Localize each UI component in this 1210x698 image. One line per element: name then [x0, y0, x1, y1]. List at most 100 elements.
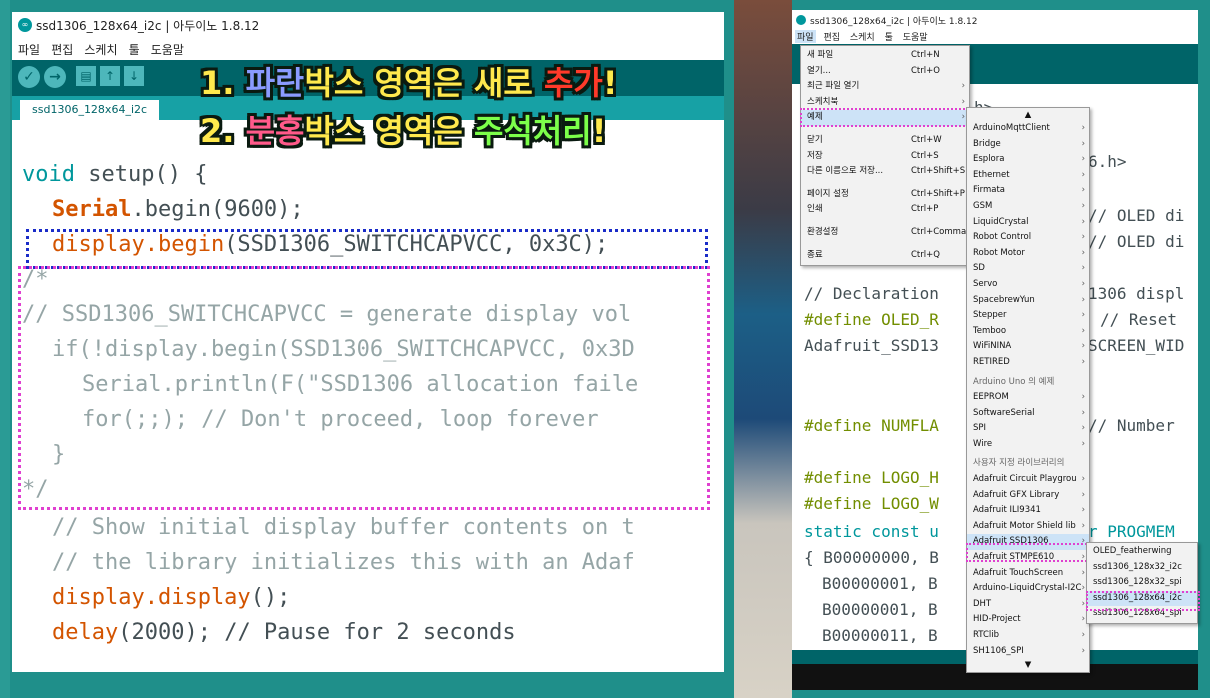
chevron-right-icon: ›: [1081, 567, 1085, 578]
examples-item[interactable]: Robot Control ›: [967, 230, 1089, 246]
examples-board-item[interactable]: SPI ›: [967, 421, 1089, 437]
code-fragment: // OLED di: [1088, 206, 1185, 225]
window-title: ssd1306_128x64_i2c | 아두이노 1.8.12: [810, 17, 978, 27]
instruction-line-1: 1. 파란박스 영역은 새로 추가!: [200, 64, 618, 102]
code-fragment: // Declaration: [804, 284, 939, 303]
menu-help[interactable]: 도움말: [151, 41, 184, 58]
examples-item-label: WiFiNINA: [973, 341, 1012, 352]
examples-item[interactable]: Esplora ›: [967, 152, 1089, 168]
examples-board-item[interactable]: SoftwareSerial ›: [967, 406, 1089, 422]
file-menu-save[interactable]: 저장 Ctrl+S: [801, 149, 969, 165]
examples-item[interactable]: WiFiNINA ›: [967, 339, 1089, 355]
file-menu-preferences[interactable]: 환경설정 Ctrl+Comma: [801, 225, 969, 241]
tab-sketch[interactable]: ssd1306_128x64_i2c: [20, 100, 160, 120]
examples-board-item-label: SoftwareSerial: [973, 407, 1035, 418]
chevron-right-icon: ›: [1081, 407, 1085, 418]
examples-item[interactable]: Temboo ›: [967, 324, 1089, 340]
file-menu-save-as[interactable]: 다른 이름으로 저장... Ctrl+Shift+S: [801, 164, 969, 180]
examples-item-label: Servo: [973, 278, 998, 289]
ssd1306-example-item[interactable]: ssd1306_128x32_spi: [1087, 575, 1197, 591]
examples-item[interactable]: SpacebrewYun ›: [967, 293, 1089, 309]
examples-item[interactable]: Firmata ›: [967, 183, 1089, 199]
examples-user-item-label: SH1106_SPI: [973, 645, 1024, 656]
file-menu-new[interactable]: 새 파일 Ctrl+N: [801, 48, 969, 64]
examples-item[interactable]: Robot Motor ›: [967, 246, 1089, 262]
file-menu-open[interactable]: 열기... Ctrl+O: [801, 64, 969, 80]
examples-user-item[interactable]: SH1106_SPI ›: [967, 644, 1089, 660]
code-fragment: // Reset: [1100, 310, 1178, 329]
examples-user-item[interactable]: HID-Project ›: [967, 612, 1089, 628]
window-title: ssd1306_128x64_i2c | 아두이노 1.8.12: [36, 19, 260, 33]
examples-user-item-label: HID-Project: [973, 614, 1021, 625]
menu-help[interactable]: 도움말: [901, 30, 930, 43]
commented-code-highlight-box: [18, 266, 710, 510]
examples-user-item-label: Arduino-LiquidCrystal-I2C: [973, 583, 1082, 594]
examples-item-label: GSM: [973, 200, 993, 211]
chevron-right-icon: ›: [1081, 598, 1085, 609]
examples-user-item[interactable]: Adafruit Circuit Playgrou ›: [967, 472, 1089, 488]
scroll-down-icon[interactable]: ▼: [967, 659, 1089, 671]
examples-board-item[interactable]: Wire ›: [967, 437, 1089, 453]
menu-sketch[interactable]: 스케치: [848, 30, 877, 43]
examples-user-item[interactable]: Adafruit GFX Library ›: [967, 488, 1089, 504]
examples-user-item[interactable]: DHT ›: [967, 597, 1089, 613]
examples-user-item[interactable]: Adafruit ILI9341 ›: [967, 503, 1089, 519]
chevron-right-icon: ›: [1081, 154, 1085, 165]
chevron-right-icon: ›: [1081, 263, 1085, 274]
examples-board-item[interactable]: EEPROM ›: [967, 390, 1089, 406]
menu-edit[interactable]: 편집: [821, 30, 842, 43]
examples-item-label: Firmata: [973, 185, 1006, 196]
examples-user-item[interactable]: RTClib ›: [967, 628, 1089, 644]
examples-highlight-box: [800, 108, 972, 127]
examples-item[interactable]: Ethernet ›: [967, 168, 1089, 184]
examples-menu: ▲ ArduinoMqttClient › Bridge › Esplora › Ether…: [966, 107, 1090, 674]
code-line: void setup() {: [22, 162, 208, 187]
file-menu-close[interactable]: 닫기 Ctrl+W: [801, 133, 969, 149]
code-line: delay(2000); // Pause for 2 seconds: [52, 620, 516, 645]
menu-sketch[interactable]: 스케치: [84, 41, 117, 58]
save-icon[interactable]: ↓: [124, 66, 144, 86]
examples-item[interactable]: RETIRED ›: [967, 355, 1089, 371]
new-icon[interactable]: ▤: [76, 66, 96, 86]
background-photo-strip: [734, 0, 792, 698]
examples-user-item[interactable]: Adafruit Motor Shield lib ›: [967, 519, 1089, 535]
examples-item[interactable]: LiquidCrystal ›: [967, 215, 1089, 231]
examples-user-item[interactable]: Adafruit TouchScreen ›: [967, 566, 1089, 582]
menu-file[interactable]: 파일: [795, 30, 816, 43]
ssd1306-example-item[interactable]: ssd1306_128x32_i2c: [1087, 560, 1197, 576]
ssd1306-highlight-box: [966, 543, 1090, 562]
file-menu-print[interactable]: 인쇄 Ctrl+P: [801, 202, 969, 218]
examples-item-label: Temboo: [973, 325, 1007, 336]
examples-item[interactable]: Bridge ›: [967, 137, 1089, 153]
ssd1306-example-item[interactable]: OLED_featherwing: [1087, 544, 1197, 560]
examples-user-item-label: RTClib: [973, 630, 1000, 640]
examples-item[interactable]: Stepper ›: [967, 308, 1089, 324]
ssd1306-example-item-label: OLED_featherwing: [1093, 546, 1172, 556]
chevron-right-icon: ›: [1081, 438, 1085, 449]
examples-item[interactable]: SD ›: [967, 261, 1089, 277]
examples-item-label: Ethernet: [973, 169, 1010, 180]
upload-icon[interactable]: →: [44, 66, 66, 88]
open-icon[interactable]: ↑: [100, 66, 120, 86]
menu-file[interactable]: 파일: [18, 41, 40, 58]
code-fragment: r PROGMEM: [1088, 522, 1175, 541]
examples-header-board: Arduino Uno 의 예제: [967, 375, 1089, 391]
menu-tools[interactable]: 툴: [129, 41, 140, 58]
file-menu-page-setup[interactable]: 페이지 설정 Ctrl+Shift+P: [801, 187, 969, 203]
file-menu-quit[interactable]: 종료 Ctrl+Q: [801, 248, 969, 264]
examples-item[interactable]: ArduinoMqttClient ›: [967, 121, 1089, 137]
chevron-right-icon: ›: [1081, 247, 1085, 258]
code-line: display.display();: [52, 585, 291, 610]
examples-item[interactable]: Servo ›: [967, 277, 1089, 293]
added-code-highlight-box: [26, 229, 708, 269]
examples-user-item[interactable]: Arduino-LiquidCrystal-I2C ›: [967, 581, 1089, 597]
menu-edit[interactable]: 편집: [51, 41, 73, 58]
file-menu-recent[interactable]: 최근 파일 열기 ›: [801, 79, 969, 95]
code-editor[interactable]: void setup() { Serial.begin(9600); displ…: [12, 120, 724, 672]
title-bar: ssd1306_128x64_i2c | 아두이노 1.8.12: [792, 10, 1198, 30]
scroll-up-icon[interactable]: ▲: [967, 109, 1089, 121]
verify-icon[interactable]: ✓: [18, 66, 40, 88]
menu-tools[interactable]: 툴: [883, 30, 895, 43]
chevron-right-icon: ›: [1081, 474, 1085, 485]
examples-item[interactable]: GSM ›: [967, 199, 1089, 215]
